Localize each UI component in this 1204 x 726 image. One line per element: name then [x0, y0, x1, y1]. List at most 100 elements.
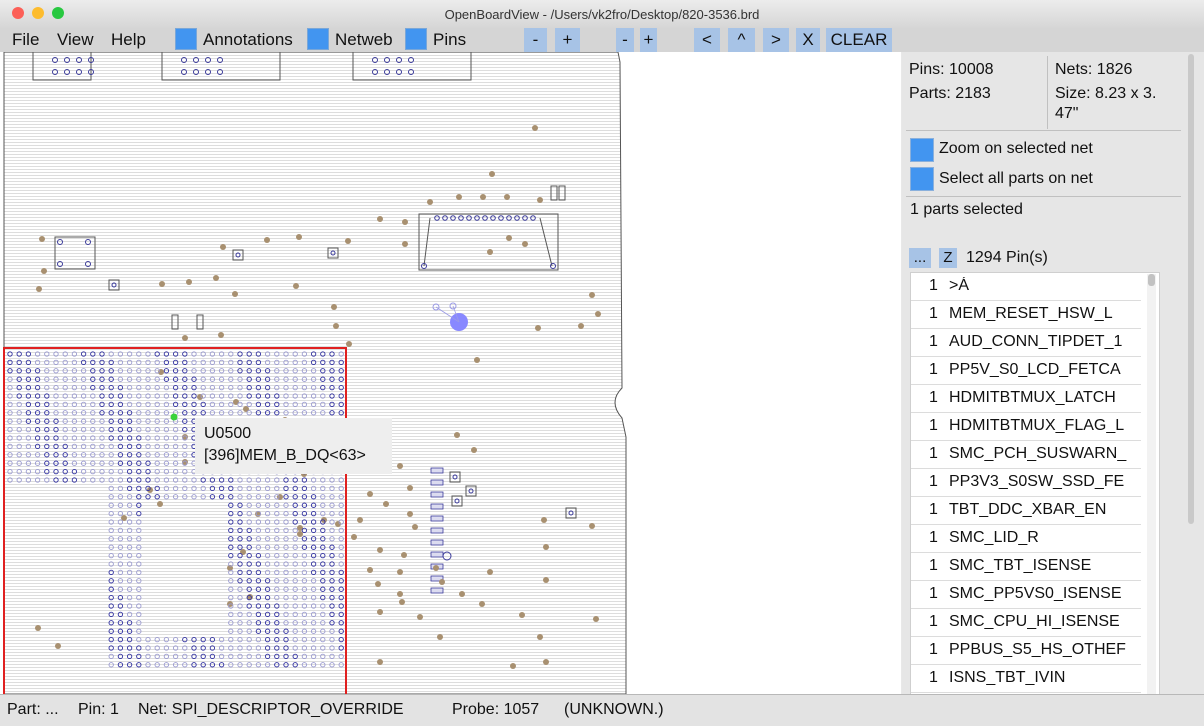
pad — [331, 304, 337, 310]
pin-list-item-number: 1 — [929, 613, 938, 630]
pan-up-button[interactable]: ^ — [728, 28, 755, 52]
pad — [346, 341, 352, 347]
pad — [471, 447, 477, 453]
zoom-in-button[interactable]: + — [555, 28, 580, 52]
pin-list-item[interactable]: 1 SMC_TBT_ISENSE — [911, 553, 1141, 581]
pin-list[interactable]: 1 >Á 1 MEM_RESET_HSW_L 1 AUD_CONN_TIPDET_1 1 PP… — [910, 272, 1160, 696]
pin-list-item-net: SMC_PP5VS0_ISENSE — [949, 585, 1122, 602]
zoom-selected-net-label[interactable]: Zoom on selected net — [939, 140, 1093, 158]
annotations-label[interactable]: Annotations — [203, 30, 293, 50]
board-canvas[interactable] — [0, 52, 901, 694]
pad — [541, 517, 547, 523]
resistor-pad — [430, 515, 444, 522]
menu-file[interactable]: File — [12, 30, 39, 50]
select-all-parts-checkbox[interactable] — [910, 167, 934, 191]
pad — [41, 268, 47, 274]
pad — [427, 199, 433, 205]
resistor-pad — [430, 479, 444, 486]
pin-list-item[interactable]: 1 PPBUS_S5_HS_OTHEF — [911, 637, 1141, 665]
pin-list-item[interactable]: 1 PP3V3_S0SW_SSD_FE — [911, 469, 1141, 497]
pin-list-item-net: PP3V3_S0SW_SSD_FE — [949, 473, 1125, 490]
pin-list-item[interactable]: 1 >Á — [911, 273, 1141, 301]
board-view[interactable] — [0, 52, 901, 694]
zoom-out-button[interactable]: - — [524, 28, 547, 52]
pad — [543, 577, 549, 583]
pin-list-item[interactable]: 1 SMC_LID_R — [911, 525, 1141, 553]
status-pin: Pin: 1 — [78, 701, 119, 718]
pin-list-item-number: 1 — [929, 389, 938, 406]
status-bar: Part: ... Pin: 1 Net: SPI_DESCRIPTOR_OVE… — [0, 694, 1204, 726]
pin-list-item-number: 1 — [929, 445, 938, 462]
pin-list-item[interactable]: 1 AUD_CONN_TIPDET_1 — [911, 329, 1141, 357]
clear-button[interactable]: CLEAR — [826, 28, 892, 52]
pad — [377, 216, 383, 222]
board-size: Size: 8.23 x 3. — [1055, 85, 1157, 102]
pin-list-scroll-thumb[interactable] — [1148, 274, 1155, 286]
pin-list-item[interactable]: 1 SMC_PCH_SUSWARN_ — [911, 441, 1141, 469]
pad — [407, 511, 413, 517]
pad — [399, 599, 405, 605]
pin-list-item-number: 1 — [929, 417, 938, 434]
pad — [351, 534, 357, 540]
menu-view[interactable]: View — [57, 30, 94, 50]
parts-count: Parts: 2183 — [909, 85, 991, 102]
pan-left-button[interactable]: < — [694, 28, 720, 52]
pin-list-item[interactable]: 1 HDMITBTMUX_LATCH — [911, 385, 1141, 413]
pan-right-button[interactable]: > — [763, 28, 789, 52]
resistor-pad — [430, 551, 444, 558]
highlighted-pin[interactable] — [170, 413, 178, 421]
pad — [589, 523, 595, 529]
pins-label[interactable]: Pins — [433, 30, 466, 50]
pad — [487, 249, 493, 255]
panel-scroll-thumb[interactable] — [1188, 54, 1194, 524]
pad — [532, 125, 538, 131]
status-unknown: (UNKNOWN.) — [564, 701, 664, 718]
netweb-checkbox[interactable] — [307, 28, 329, 50]
zoom-selected-net-checkbox[interactable] — [910, 138, 934, 162]
select-all-parts-label[interactable]: Select all parts on net — [939, 170, 1093, 188]
pad — [186, 279, 192, 285]
pin-list-item-net: >Á — [949, 277, 970, 294]
close-button[interactable]: X — [796, 28, 820, 52]
pad — [480, 194, 486, 200]
status-net: Net: SPI_DESCRIPTOR_OVERRIDE — [138, 701, 404, 718]
pad — [397, 591, 403, 597]
pad — [401, 552, 407, 558]
panel-scrollbar[interactable] — [1186, 54, 1196, 694]
pin-list-item[interactable]: 1 TBT_DDC_XBAR_EN — [911, 497, 1141, 525]
pad — [333, 323, 339, 329]
netweb-label[interactable]: Netweb — [335, 30, 393, 50]
board-size-cont: 47" — [1055, 105, 1079, 122]
pin-list-item-net: SMC_TBT_ISENSE — [949, 557, 1092, 574]
pad — [377, 547, 383, 553]
pad — [293, 283, 299, 289]
pin-list-item[interactable]: 1 MEM_RESET_HSW_L — [911, 301, 1141, 329]
pin-list-scrollbar[interactable] — [1147, 274, 1156, 694]
pin-list-item-number: 1 — [929, 641, 938, 658]
zoom-z-button[interactable]: Z — [939, 248, 957, 268]
pad — [595, 311, 601, 317]
pad — [578, 323, 584, 329]
pad — [367, 567, 373, 573]
tooltip-part: U0500 — [204, 425, 252, 442]
zoom-in-button-2[interactable]: + — [640, 28, 657, 52]
more-button[interactable]: ... — [909, 248, 931, 268]
separator — [906, 130, 1181, 131]
menu-help[interactable]: Help — [111, 30, 146, 50]
pin-list-item[interactable]: 1 PP5V_S0_LCD_FETCA — [911, 357, 1141, 385]
pin-list-item-net: PP5V_S0_LCD_FETCA — [949, 361, 1121, 378]
pad — [487, 569, 493, 575]
zoom-out-button-2[interactable]: - — [616, 28, 634, 52]
pin-list-item[interactable]: 1 ISNS_TBT_IVIN — [911, 665, 1141, 693]
pad — [537, 197, 543, 203]
pin-list-item[interactable]: 1 SMC_PP5VS0_ISENSE — [911, 581, 1141, 609]
pad — [220, 244, 226, 250]
annotations-checkbox[interactable] — [175, 28, 197, 50]
pins-checkbox[interactable] — [405, 28, 427, 50]
title-bar: OpenBoardView - /Users/vk2fro/Desktop/82… — [0, 0, 1204, 29]
tooltip-net: [396]MEM_B_DQ<63> — [204, 447, 366, 464]
pin-list-item[interactable]: 1 HDMITBTMUX_FLAG_L — [911, 413, 1141, 441]
pin-list-item[interactable]: 1 SMC_CPU_HI_ISENSE — [911, 609, 1141, 637]
nets-count: Nets: 1826 — [1055, 61, 1133, 78]
resistor-pad — [430, 539, 444, 546]
